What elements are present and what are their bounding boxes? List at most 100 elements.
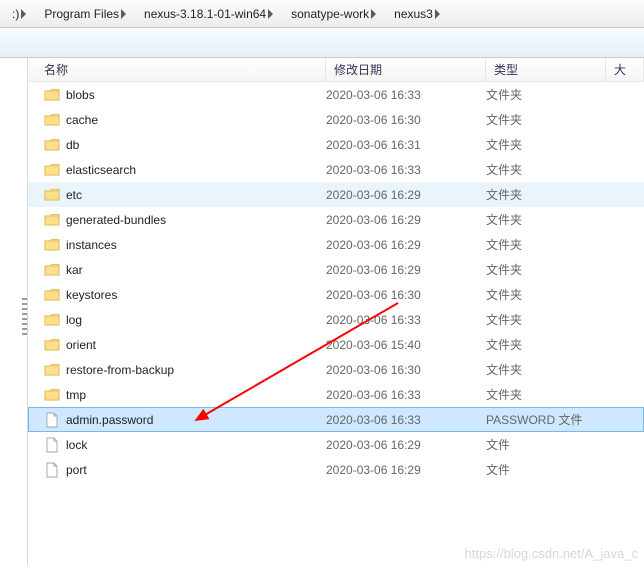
folder-icon	[44, 187, 60, 203]
column-header-size[interactable]: 大	[606, 58, 644, 81]
cell-date: 2020-03-06 16:33	[326, 88, 486, 102]
cell-date: 2020-03-06 16:29	[326, 238, 486, 252]
breadcrumb-segment[interactable]: Program Files	[34, 0, 134, 27]
folder-row[interactable]: log2020-03-06 16:33文件夹	[28, 307, 644, 332]
file-name: blobs	[66, 88, 95, 102]
cell-type: 文件夹	[486, 311, 626, 328]
cell-name: lock	[44, 437, 326, 453]
folder-icon	[44, 337, 60, 353]
file-name: kar	[66, 263, 83, 277]
column-label: 名称	[44, 61, 68, 78]
folder-icon	[44, 387, 60, 403]
cell-date: 2020-03-06 16:29	[326, 213, 486, 227]
cell-type: PASSWORD 文件	[486, 411, 626, 428]
cell-name: elasticsearch	[44, 162, 326, 178]
breadcrumb-segment[interactable]: sonatype-work	[281, 0, 384, 27]
cell-name: admin.password	[44, 412, 326, 428]
chevron-right-icon	[121, 9, 126, 19]
folder-icon	[44, 237, 60, 253]
cell-type: 文件夹	[486, 186, 626, 203]
file-name: lock	[66, 438, 87, 452]
cell-name: log	[44, 312, 326, 328]
folder-row[interactable]: cache2020-03-06 16:30文件夹	[28, 107, 644, 132]
cell-name: etc	[44, 187, 326, 203]
breadcrumb-segment[interactable]: nexus3	[384, 0, 448, 27]
cell-type: 文件夹	[486, 261, 626, 278]
folder-row[interactable]: generated-bundles2020-03-06 16:29文件夹	[28, 207, 644, 232]
folder-icon	[44, 362, 60, 378]
column-label: 大	[614, 61, 626, 78]
folder-row[interactable]: db 2020-03-06 16:31文件夹	[28, 132, 644, 157]
cell-date: 2020-03-06 16:33	[326, 313, 486, 327]
file-name: db	[66, 138, 79, 152]
chevron-right-icon	[268, 9, 273, 19]
file-name: orient	[66, 338, 96, 352]
file-row[interactable]: port2020-03-06 16:29文件	[28, 457, 644, 482]
main-area: 名称 修改日期 类型 大 blobs2020-03-06 16:33文件夹cac…	[0, 58, 644, 565]
cell-name: orient	[44, 337, 326, 353]
file-icon	[44, 437, 60, 453]
breadcrumb[interactable]: :) Program Files nexus-3.18.1-01-win64 s…	[0, 0, 644, 28]
folder-icon	[44, 137, 60, 153]
cell-name: blobs	[44, 87, 326, 103]
cell-type: 文件	[486, 436, 626, 453]
cell-date: 2020-03-06 16:29	[326, 463, 486, 477]
cell-name: generated-bundles	[44, 212, 326, 228]
cell-name: restore-from-backup	[44, 362, 326, 378]
chevron-right-icon	[371, 9, 376, 19]
folder-row[interactable]: keystores2020-03-06 16:30文件夹	[28, 282, 644, 307]
folder-row[interactable]: blobs2020-03-06 16:33文件夹	[28, 82, 644, 107]
cell-name: port	[44, 462, 326, 478]
cell-name: kar	[44, 262, 326, 278]
file-icon	[44, 462, 60, 478]
cell-type: 文件夹	[486, 111, 626, 128]
cell-name: keystores	[44, 287, 326, 303]
file-name: instances	[66, 238, 117, 252]
nav-pane-collapsed[interactable]	[0, 58, 28, 565]
file-list-pane[interactable]: 名称 修改日期 类型 大 blobs2020-03-06 16:33文件夹cac…	[28, 58, 644, 565]
column-header-row: 名称 修改日期 类型 大	[28, 58, 644, 82]
folder-icon	[44, 287, 60, 303]
column-label: 修改日期	[334, 61, 382, 78]
folder-row[interactable]: elasticsearch2020-03-06 16:33文件夹	[28, 157, 644, 182]
file-name: restore-from-backup	[66, 363, 174, 377]
folder-icon	[44, 312, 60, 328]
folder-row[interactable]: kar 2020-03-06 16:29文件夹	[28, 257, 644, 282]
folder-row[interactable]: restore-from-backup2020-03-06 16:30文件夹	[28, 357, 644, 382]
file-icon	[44, 412, 60, 428]
breadcrumb-label: nexus-3.18.1-01-win64	[144, 7, 266, 21]
column-header-type[interactable]: 类型	[486, 58, 606, 81]
column-header-date[interactable]: 修改日期	[326, 58, 486, 81]
folder-row[interactable]: tmp2020-03-06 16:33文件夹	[28, 382, 644, 407]
cell-type: 文件夹	[486, 286, 626, 303]
cell-type: 文件夹	[486, 211, 626, 228]
cell-name: db	[44, 137, 326, 153]
file-row[interactable]: admin.password2020-03-06 16:33PASSWORD 文…	[28, 407, 644, 432]
file-name: etc	[66, 188, 82, 202]
cell-name: tmp	[44, 387, 326, 403]
breadcrumb-segment[interactable]: nexus-3.18.1-01-win64	[134, 0, 281, 27]
cell-date: 2020-03-06 16:33	[326, 388, 486, 402]
folder-row[interactable]: etc 2020-03-06 16:29文件夹	[28, 182, 644, 207]
column-label: 类型	[494, 61, 518, 78]
folder-icon	[44, 112, 60, 128]
breadcrumb-label: nexus3	[394, 7, 433, 21]
cell-date: 2020-03-06 16:29	[326, 263, 486, 277]
folder-row[interactable]: orient2020-03-06 15:40文件夹	[28, 332, 644, 357]
breadcrumb-label: Program Files	[44, 7, 119, 21]
cell-date: 2020-03-06 16:31	[326, 138, 486, 152]
file-name: keystores	[66, 288, 117, 302]
cell-type: 文件夹	[486, 136, 626, 153]
column-header-name[interactable]: 名称	[28, 58, 326, 81]
folder-row[interactable]: instances2020-03-06 16:29文件夹	[28, 232, 644, 257]
toolbar	[0, 28, 644, 58]
file-row[interactable]: lock2020-03-06 16:29文件	[28, 432, 644, 457]
breadcrumb-segment[interactable]: :)	[2, 0, 34, 27]
folder-icon	[44, 212, 60, 228]
cell-date: 2020-03-06 16:30	[326, 363, 486, 377]
folder-icon	[44, 87, 60, 103]
drag-handle-icon[interactable]	[22, 298, 27, 338]
cell-date: 2020-03-06 16:33	[326, 163, 486, 177]
cell-date: 2020-03-06 16:29	[326, 188, 486, 202]
breadcrumb-label: sonatype-work	[291, 7, 369, 21]
